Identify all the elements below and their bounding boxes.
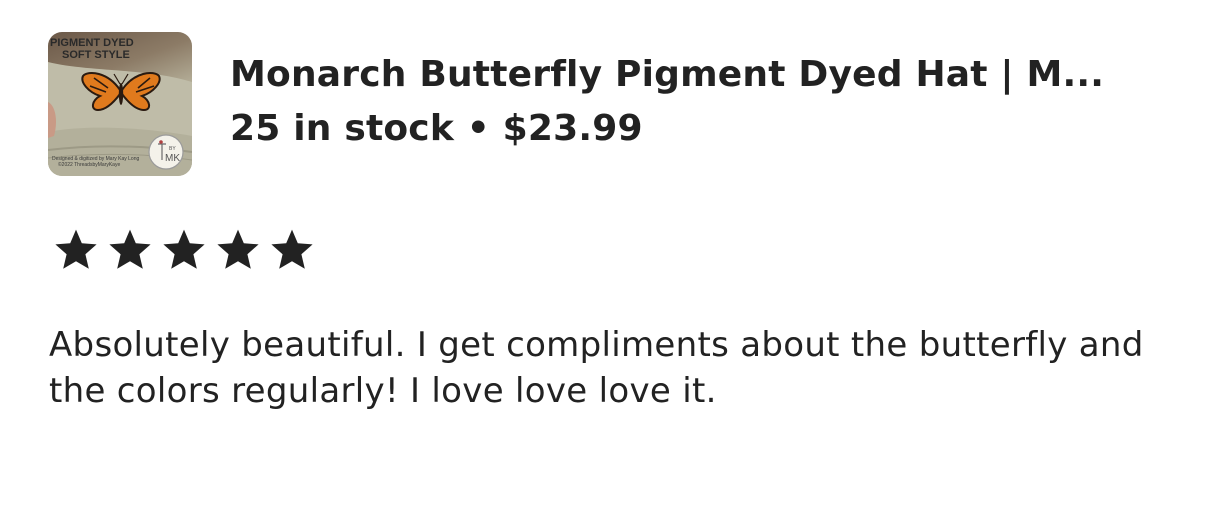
badge-top-text: BY xyxy=(169,146,176,152)
star-icon xyxy=(268,226,316,276)
star-icon xyxy=(160,226,208,276)
star-icon xyxy=(52,226,100,276)
product-title[interactable]: Monarch Butterfly Pigment Dyed Hat | M..… xyxy=(230,48,1160,102)
product-info: Monarch Butterfly Pigment Dyed Hat | M..… xyxy=(230,48,1170,156)
star-rating xyxy=(52,226,316,276)
product-thumbnail[interactable]: PIGMENT DYED SOFT STYLE Designed & digit… xyxy=(48,32,192,176)
maker-badge: BY MK xyxy=(148,134,184,170)
product-meta: 25 in stock • $23.99 xyxy=(230,102,1170,156)
meta-separator: • xyxy=(466,108,490,149)
product-header: PIGMENT DYED SOFT STYLE Designed & digit… xyxy=(48,32,1168,176)
star-icon xyxy=(214,226,262,276)
badge-bottom-text: MK xyxy=(165,153,180,164)
hat-image: PIGMENT DYED SOFT STYLE Designed & digit… xyxy=(48,37,192,176)
thumb-label-line1: PIGMENT DYED xyxy=(50,37,134,49)
thumb-label-line2: SOFT STYLE xyxy=(62,49,130,61)
star-icon xyxy=(106,226,154,276)
thumb-fineprint-line2: ©2022 ThreadsbyMaryKaye xyxy=(58,161,120,168)
review-text: Absolutely beautiful. I get compliments … xyxy=(49,325,1144,411)
product-price: $23.99 xyxy=(502,108,643,149)
stock-count: 25 in stock xyxy=(230,108,454,149)
